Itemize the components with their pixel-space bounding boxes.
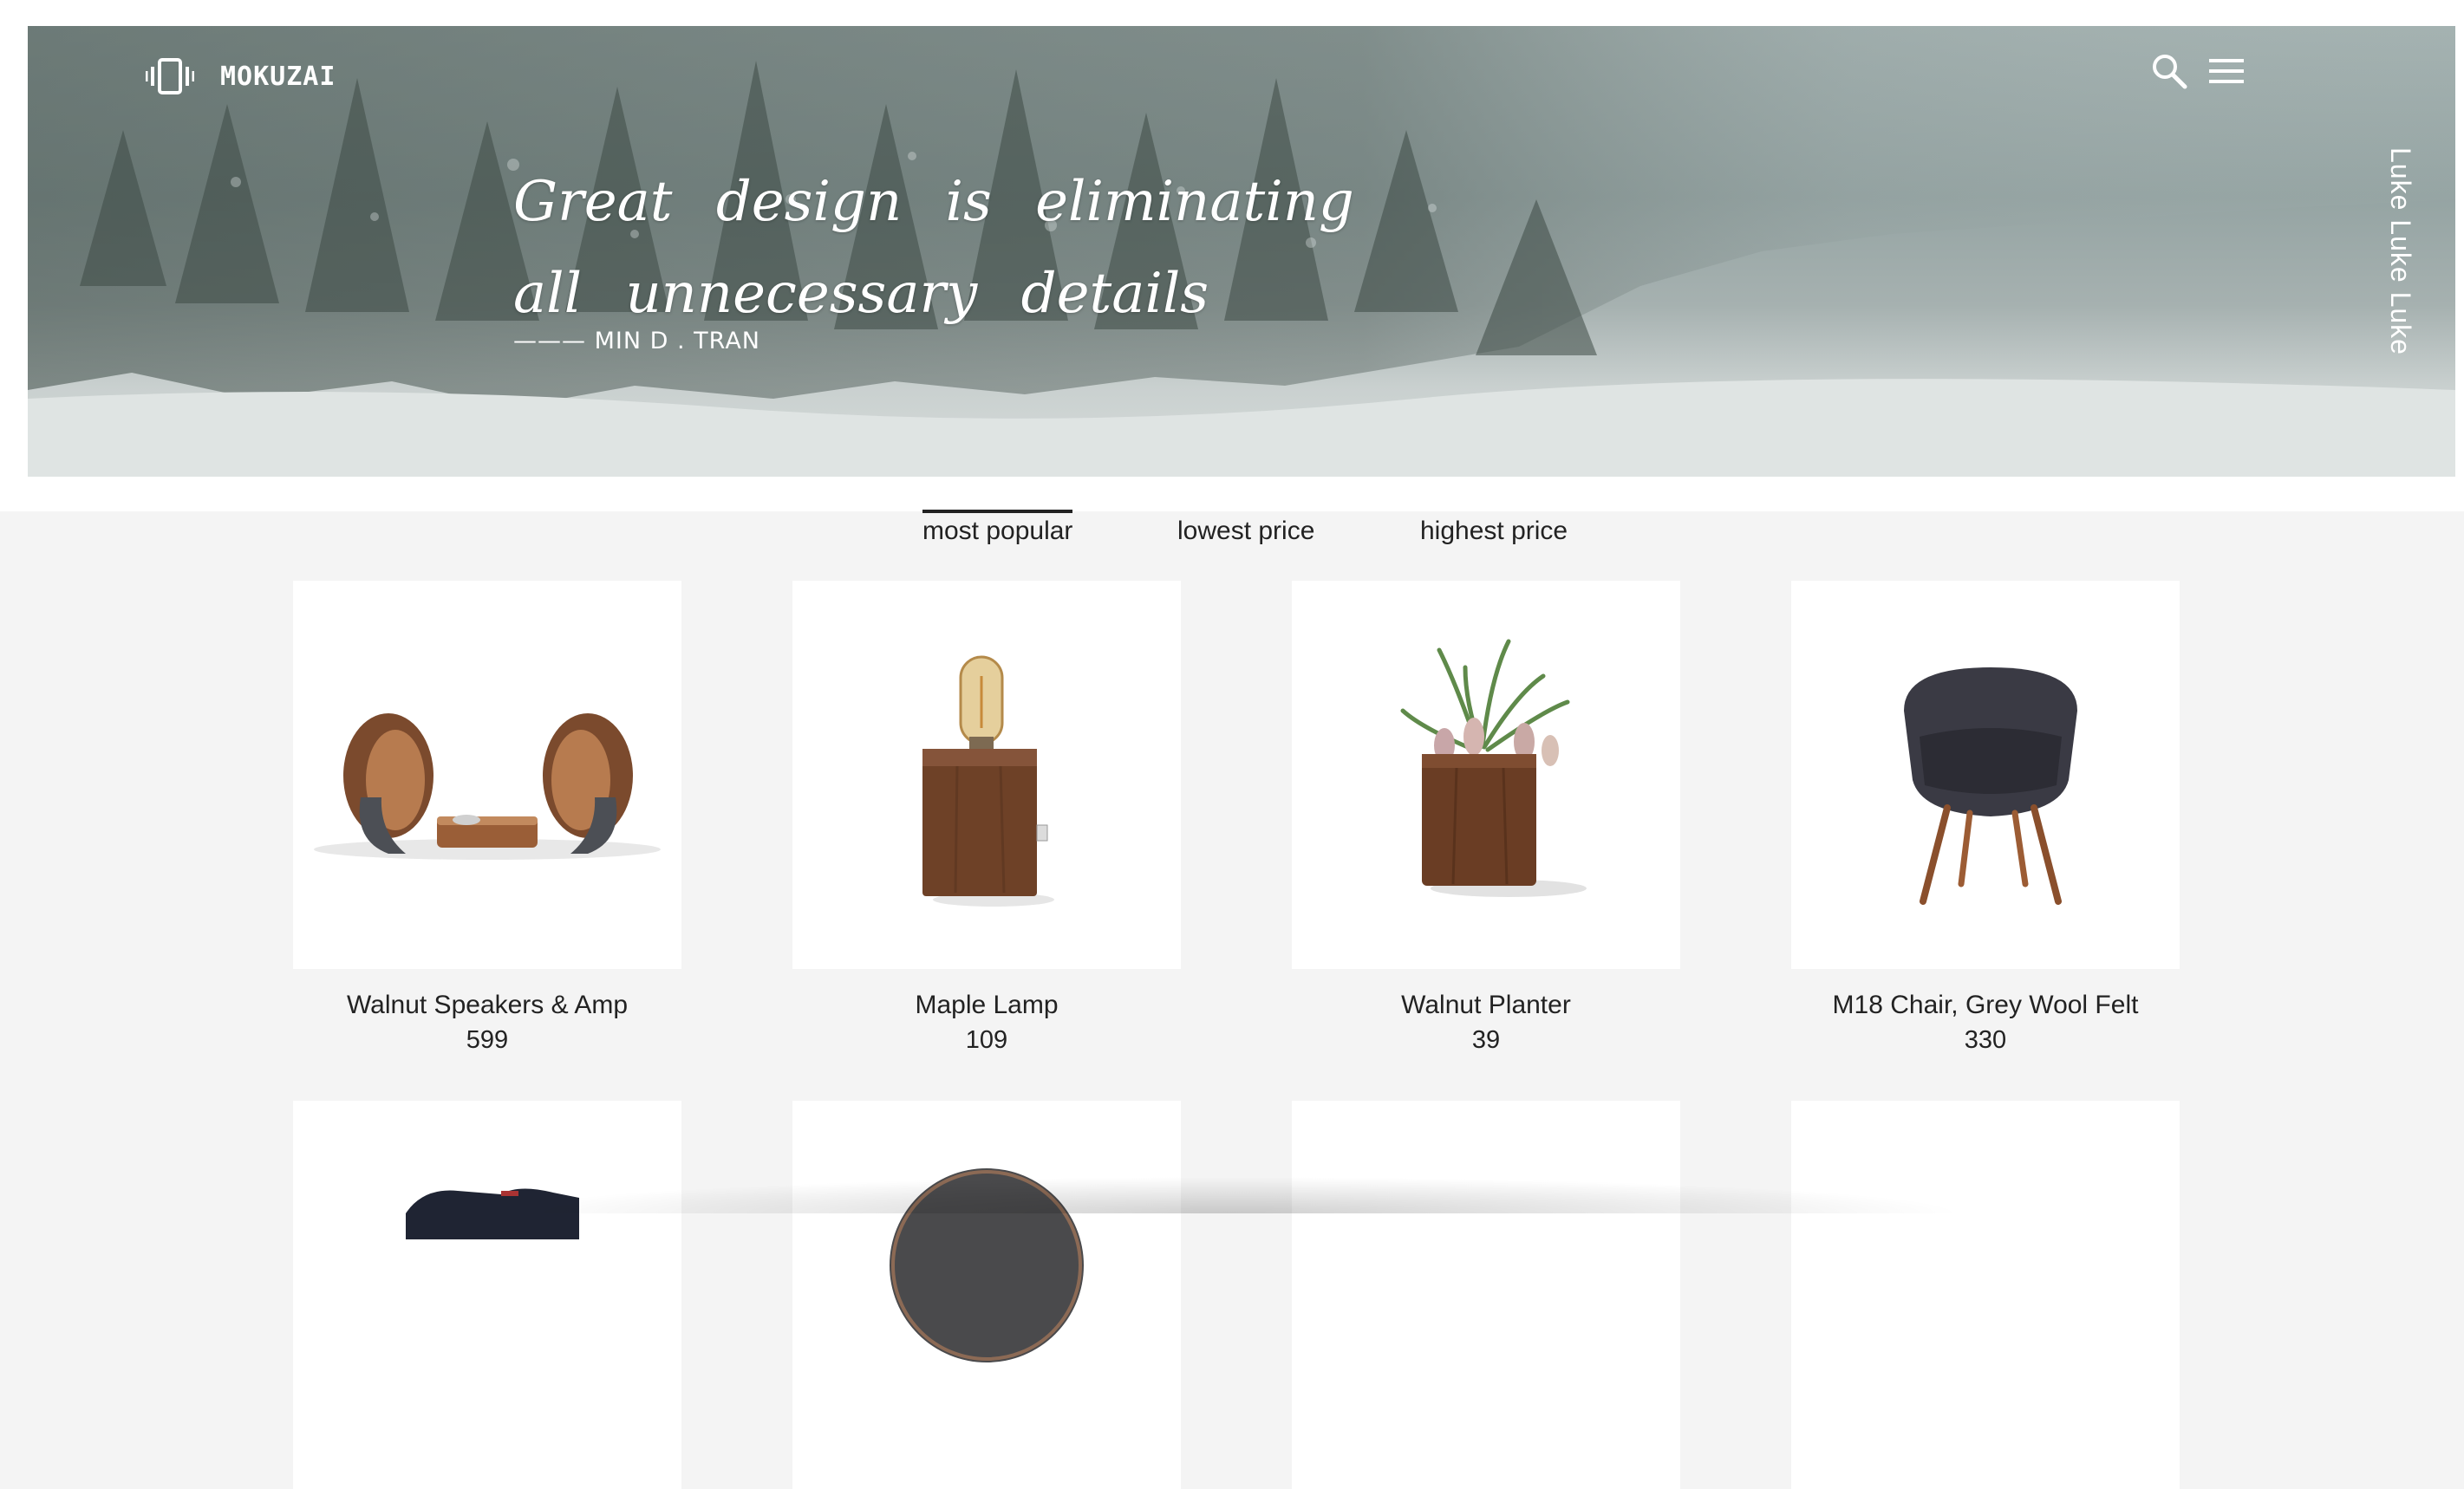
planter-image — [1400, 639, 1587, 897]
product-image[interactable] — [1791, 581, 2180, 969]
sort-tabs: most popular lowest price highest price — [0, 510, 2464, 553]
tab-lowest-price[interactable]: lowest price — [1177, 510, 1314, 549]
product-card-walnut-planter[interactable]: Walnut Planter 39 — [1292, 581, 1680, 1057]
product-card-row2-2[interactable] — [792, 1101, 1181, 1489]
vibrate-phone-icon — [146, 58, 194, 94]
product-image[interactable] — [1791, 1101, 2180, 1489]
product-card-row2-4[interactable] — [1791, 1101, 2180, 1489]
product-image-partial — [890, 1168, 1084, 1362]
tab-highest-price[interactable]: highest price — [1420, 510, 1568, 549]
brand-name: MOKUZAI — [220, 61, 336, 92]
product-image[interactable] — [1292, 1101, 1680, 1489]
product-price: 39 — [1471, 1026, 1501, 1054]
hero-banner: MOKUZAI Great design is eliminating all … — [28, 26, 2455, 477]
chair-image — [1904, 667, 2077, 905]
tab-most-popular[interactable]: most popular — [922, 510, 1073, 549]
product-image[interactable] — [792, 581, 1181, 969]
product-image[interactable] — [293, 1101, 681, 1489]
product-name[interactable]: Walnut Planter — [1292, 988, 1680, 1023]
product-card-maple-lamp[interactable]: Maple Lamp 109 — [792, 581, 1181, 1057]
product-image[interactable] — [792, 1101, 1181, 1489]
product-price: 109 — [965, 1026, 1008, 1054]
speakers-image — [314, 713, 661, 860]
product-card-m18-chair[interactable]: M18 Chair, Grey Wool Felt 330 — [1791, 581, 2180, 1057]
quote-line-2: all unnecessary details — [513, 262, 1209, 326]
product-card-row2-1[interactable] — [293, 1101, 681, 1489]
product-price: 330 — [1964, 1026, 2007, 1054]
hamburger-menu-icon[interactable] — [2207, 52, 2246, 90]
lamp-image — [922, 655, 1054, 907]
vertical-side-text: Luke Luke Luke — [2385, 147, 2416, 355]
product-name[interactable]: Maple Lamp — [792, 988, 1181, 1023]
product-name[interactable]: Walnut Speakers & Amp — [293, 988, 681, 1023]
product-card-walnut-speakers[interactable]: Walnut Speakers & Amp 599 — [293, 581, 681, 1057]
product-image[interactable] — [293, 581, 681, 969]
product-price: 599 — [466, 1026, 509, 1054]
quote-author: ——— MIN D . TRAN — [513, 328, 760, 354]
search-icon[interactable] — [2150, 52, 2188, 90]
product-name[interactable]: M18 Chair, Grey Wool Felt — [1791, 988, 2180, 1023]
quote-line-1: Great design is eliminating — [513, 170, 1354, 234]
brand-logo[interactable]: MOKUZAI — [146, 52, 336, 101]
product-image[interactable] — [1292, 581, 1680, 969]
header-actions — [2150, 52, 2246, 90]
product-card-row2-3[interactable] — [1292, 1101, 1680, 1489]
product-image-partial — [406, 1188, 579, 1239]
hero-quote: Great design is eliminating all unnecess… — [513, 156, 1354, 340]
